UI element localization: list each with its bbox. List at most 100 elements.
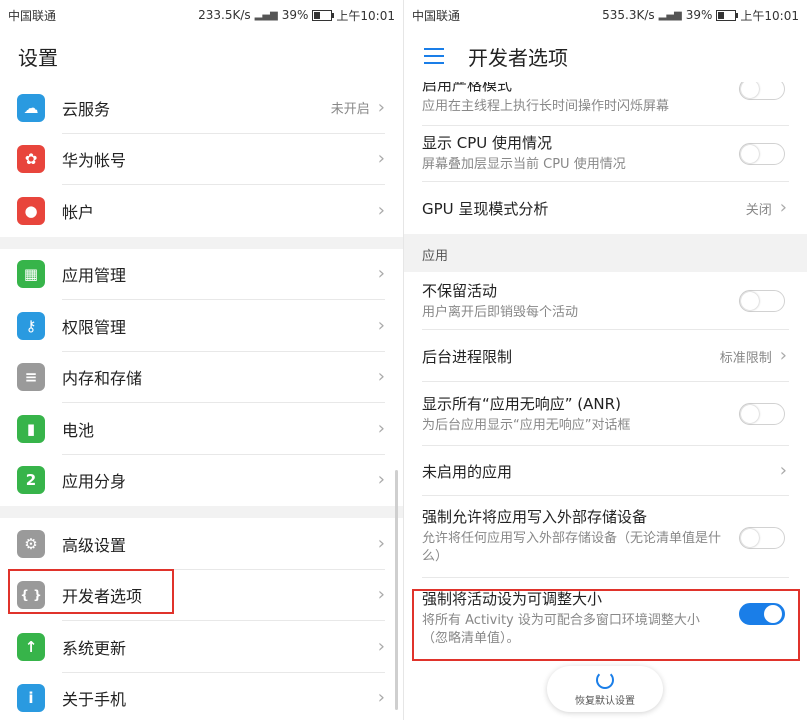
settings-item-label: 应用管理: [62, 266, 127, 286]
force-external-storage-toggle[interactable]: [739, 527, 785, 549]
inactive-apps-item[interactable]: 未启用的应用 ›: [404, 446, 807, 496]
highlight-developer-options: [8, 569, 174, 614]
network-speed: 233.5K/s: [198, 8, 251, 22]
signal-icon: ▂▄▆: [658, 9, 682, 21]
chevron-right-icon: ›: [377, 635, 385, 657]
settings-group: ☁ 云服务 未开启 › ✿ 华为帐号 › ● 帐户 ›: [0, 82, 403, 237]
chevron-right-icon: ›: [377, 469, 385, 491]
battery-icon: ▮: [17, 414, 45, 443]
gear-icon: ⚙: [17, 529, 45, 558]
item-value: 关闭: [745, 202, 772, 218]
key-icon: ⚷: [17, 311, 45, 340]
settings-item-label: 权限管理: [62, 317, 127, 337]
background-limit-item[interactable]: 后台进程限制 标准限制 ›: [404, 330, 807, 382]
carrier-label: 中国联通: [412, 8, 461, 23]
page-title: 开发者选项: [468, 45, 568, 70]
gpu-profiling-item[interactable]: GPU 呈现模式分析 关闭 ›: [404, 182, 807, 234]
settings-item[interactable]: i 关于手机 ›: [0, 673, 403, 720]
battery-percent: 39%: [685, 8, 713, 22]
refresh-icon: [596, 671, 614, 689]
settings-item[interactable]: ▮ 电池 ›: [0, 403, 403, 455]
settings-item[interactable]: ▦ 应用管理 ›: [0, 249, 403, 300]
dont-keep-activities-item[interactable]: 不保留活动 用户离开后即销毁每个活动: [404, 272, 807, 330]
settings-item-label: 应用分身: [62, 472, 127, 492]
section-header-apps: 应用: [404, 234, 807, 272]
settings-group: ▦ 应用管理 › ⚷ 权限管理 › ≡ 内存和存储 › ▮ 电池 › 2 应用分身 ›: [0, 249, 403, 507]
chevron-right-icon: ›: [377, 199, 385, 221]
settings-item[interactable]: ☁ 云服务 未开启 ›: [0, 82, 403, 134]
signal-icon: ▂▄▆: [254, 9, 278, 21]
item-value: 标准限制: [719, 350, 772, 366]
settings-item-label: 系统更新: [62, 638, 127, 658]
item-title: 不保留活动: [422, 282, 498, 300]
chevron-right-icon: ›: [377, 532, 385, 554]
item-title: GPU 呈现模式分析: [422, 199, 549, 218]
settings-item-label: 内存和存储: [62, 369, 143, 389]
settings-item-label: 云服务: [62, 99, 111, 119]
item-title: 后台进程限制: [422, 347, 513, 366]
item-title: 显示所有“应用无响应” (ANR): [422, 395, 621, 413]
clock: 上午10:01: [740, 8, 799, 23]
huawei-logo-icon: ✿: [17, 145, 45, 174]
chevron-right-icon: ›: [377, 263, 385, 285]
chevron-right-icon: ›: [377, 314, 385, 336]
chevron-right-icon: ›: [377, 687, 385, 709]
status-bar: 中国联通 233.5K/s ▂▄▆ 39% 上午10:01: [0, 0, 403, 30]
show-cpu-item[interactable]: 显示 CPU 使用情况 屏幕叠加层显示当前 CPU 使用情况: [404, 126, 807, 182]
item-subtitle: 应用在主线程上执行长时间操作时闪烁屏幕: [422, 99, 670, 114]
strict-mode-item[interactable]: 启用严格模式 应用在主线程上执行长时间操作时闪烁屏幕: [404, 82, 807, 126]
settings-item-label: 电池: [62, 420, 95, 440]
chevron-right-icon: ›: [779, 197, 787, 218]
network-speed: 535.3K/s: [602, 8, 655, 22]
item-title: 启用严格模式: [422, 82, 513, 94]
clock: 上午10:01: [336, 8, 395, 23]
chevron-right-icon: ›: [377, 584, 385, 606]
chevron-right-icon: ›: [377, 417, 385, 439]
group-gap: [0, 506, 403, 518]
highlight-force-resizable: [412, 589, 800, 661]
toolbar: 开发者选项: [404, 30, 807, 82]
settings-item[interactable]: 2 应用分身 ›: [0, 455, 403, 507]
grid-apps-icon: ▦: [17, 260, 45, 289]
settings-item-label: 关于手机: [62, 690, 127, 710]
settings-item[interactable]: ● 帐户 ›: [0, 185, 403, 237]
dont-keep-activities-toggle[interactable]: [739, 290, 785, 312]
battery-percent: 39%: [281, 8, 309, 22]
storage-icon: ≡: [17, 363, 45, 392]
settings-item[interactable]: ⚙ 高级设置 ›: [0, 518, 403, 570]
chevron-right-icon: ›: [779, 345, 787, 366]
menu-icon[interactable]: [424, 48, 444, 64]
group-gap: [0, 236, 403, 249]
chevron-right-icon: ›: [377, 96, 385, 118]
person-icon: ●: [17, 196, 45, 225]
item-title: 显示 CPU 使用情况: [422, 134, 553, 152]
cloud-icon: ☁: [17, 93, 45, 122]
battery-icon: [716, 9, 739, 21]
show-anr-toggle[interactable]: [739, 403, 785, 425]
strict-mode-toggle[interactable]: [739, 82, 785, 100]
scrollbar[interactable]: [395, 470, 398, 710]
item-subtitle: 为后台应用显示“应用无响应”对话框: [422, 418, 631, 433]
show-anr-item[interactable]: 显示所有“应用无响应” (ANR) 为后台应用显示“应用无响应”对话框: [404, 382, 807, 446]
settings-item[interactable]: ⚷ 权限管理 ›: [0, 300, 403, 352]
info-icon: i: [17, 684, 45, 713]
settings-item[interactable]: ↑ 系统更新 ›: [0, 621, 403, 673]
update-icon: ↑: [17, 632, 45, 661]
app-clone-icon: 2: [17, 466, 45, 495]
show-cpu-toggle[interactable]: [739, 143, 785, 165]
settings-item[interactable]: ≡ 内存和存储 ›: [0, 352, 403, 403]
developer-options-screen: 中国联通 535.3K/s ▂▄▆ 39% 上午10:01 开发者选项 启用严格…: [404, 0, 807, 720]
item-subtitle: 用户离开后即销毁每个活动: [422, 305, 579, 320]
battery-icon: [312, 9, 335, 21]
settings-item-label: 帐户: [62, 202, 95, 222]
item-title: 强制允许将应用写入外部存储设备: [422, 508, 648, 526]
settings-item[interactable]: ✿ 华为帐号 ›: [0, 134, 403, 185]
force-external-storage-item[interactable]: 强制允许将应用写入外部存储设备 允许将任何应用写入外部存储设备（无论清单值是什么…: [404, 496, 807, 578]
settings-item-value: 未开启: [330, 102, 370, 118]
status-bar: 中国联通 535.3K/s ▂▄▆ 39% 上午10:01: [404, 0, 807, 30]
chevron-right-icon: ›: [377, 366, 385, 388]
restore-defaults-button[interactable]: 恢复默认设置: [547, 666, 663, 712]
chevron-right-icon: ›: [779, 460, 787, 481]
item-subtitle: 屏幕叠加层显示当前 CPU 使用情况: [422, 157, 626, 172]
settings-group: ⚙ 高级设置 ›{ } 开发者选项 › ↑ 系统更新 › i 关于手机 ›: [0, 518, 403, 720]
